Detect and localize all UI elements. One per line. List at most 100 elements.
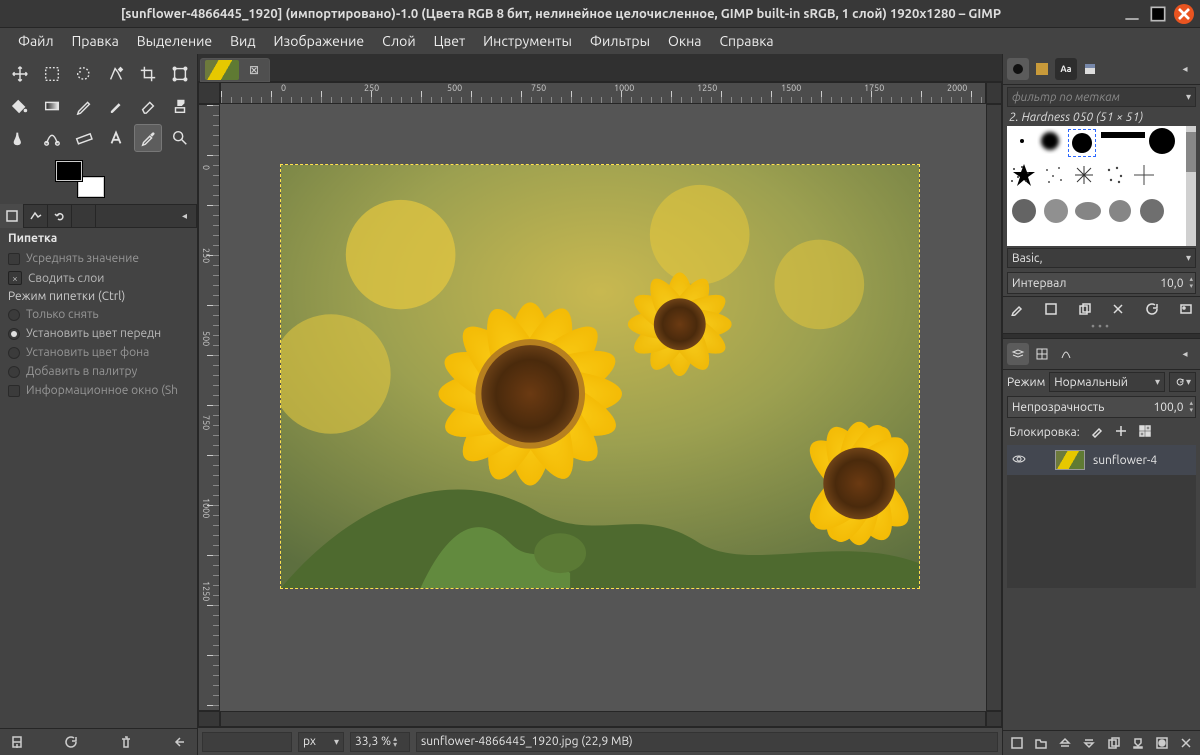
lower-layer-icon[interactable] [1081, 735, 1097, 751]
tool-color-picker[interactable] [134, 124, 162, 152]
menu-help[interactable]: Справка [711, 30, 781, 52]
tab-images[interactable] [72, 204, 96, 228]
tab-patterns[interactable] [1031, 58, 1053, 80]
duplicate-brush-icon[interactable] [1077, 301, 1093, 317]
menu-layer[interactable]: Слой [374, 30, 424, 52]
tab-close-icon[interactable]: ⊠ [243, 63, 265, 77]
tab-menu-icon[interactable]: ◂ [173, 204, 197, 228]
mode-pick-only[interactable]: Только снять [0, 305, 197, 324]
layer-mode-select[interactable]: Нормальный▾ [1049, 372, 1165, 392]
layer-visibility-icon[interactable] [1011, 451, 1027, 470]
window-maximize[interactable] [1148, 4, 1168, 24]
lock-position-icon[interactable] [1114, 424, 1128, 441]
new-layer-icon[interactable] [1009, 735, 1025, 751]
lock-pixels-icon[interactable] [1090, 424, 1104, 441]
tab-channels[interactable] [1031, 343, 1053, 365]
tab-undo-history[interactable] [48, 204, 72, 228]
merge-down-icon[interactable] [1130, 735, 1146, 751]
zoom-field[interactable]: 33,3 %▴▾ [350, 732, 410, 752]
menu-view[interactable]: Вид [222, 30, 263, 52]
save-options-icon[interactable] [8, 733, 26, 751]
image-tab[interactable]: ⊠ [200, 58, 270, 82]
ruler-vertical[interactable]: 0 250 500 750 1000 1250 [198, 104, 220, 711]
menu-filters[interactable]: Фильтры [582, 30, 658, 52]
ruler-horizontal[interactable]: 0 250 500 750 1000 1250 1500 1750 2000 [220, 82, 986, 104]
tool-move[interactable] [6, 60, 34, 88]
new-brush-icon[interactable] [1043, 301, 1059, 317]
tool-path[interactable] [38, 124, 66, 152]
tool-text[interactable] [102, 124, 130, 152]
tool-clone[interactable] [166, 92, 194, 120]
mode-add-palette[interactable]: Добавить в палитру [0, 362, 197, 381]
menu-image[interactable]: Изображение [266, 30, 373, 52]
tab-fonts[interactable]: Aa [1055, 58, 1077, 80]
layer-row[interactable]: sunflower-4 [1007, 445, 1196, 475]
menu-windows[interactable]: Окна [660, 30, 709, 52]
tool-measure[interactable] [70, 124, 98, 152]
mode-set-background[interactable]: Установить цвет фона [0, 343, 197, 362]
menu-color[interactable]: Цвет [426, 30, 474, 52]
layer-mode-switch[interactable]: ▾ [1169, 372, 1196, 392]
ruler-corner[interactable] [198, 82, 220, 104]
scrollbar-vertical[interactable] [986, 104, 1002, 711]
tab-tool-options[interactable] [0, 204, 24, 228]
menu-file[interactable]: Файл [10, 30, 62, 52]
tool-transform[interactable] [166, 60, 194, 88]
refresh-brushes-icon[interactable] [1144, 301, 1160, 317]
tool-smudge[interactable] [6, 124, 34, 152]
mask-layer-icon[interactable] [1154, 735, 1170, 751]
option-average[interactable]: Усреднять значение [0, 249, 197, 268]
unit-selector[interactable]: px▾ [298, 732, 344, 752]
quickmask-corner[interactable] [198, 711, 220, 727]
window-minimize[interactable] [1122, 4, 1142, 24]
open-as-image-icon[interactable] [1178, 301, 1194, 317]
option-info-window[interactable]: Информационное окно (Sh [0, 381, 197, 400]
menu-select[interactable]: Выделение [129, 30, 220, 52]
edit-brush-icon[interactable] [1009, 301, 1025, 317]
tool-pencil[interactable] [70, 92, 98, 120]
tool-gradient[interactable] [38, 92, 66, 120]
delete-layer-icon[interactable] [1178, 735, 1194, 751]
option-sample-merged[interactable]: ×Сводить слои [0, 268, 197, 288]
tool-zoom[interactable] [166, 124, 194, 152]
brush-scroll[interactable] [1186, 126, 1196, 246]
tool-eraser[interactable] [134, 92, 162, 120]
dock-menu-icon[interactable]: ◂ [1174, 58, 1196, 80]
raise-layer-icon[interactable] [1057, 735, 1073, 751]
brush-grid[interactable] [1007, 126, 1196, 246]
tool-brush[interactable] [102, 92, 130, 120]
menu-edit[interactable]: Правка [64, 30, 127, 52]
tab-brushes[interactable] [1007, 58, 1029, 80]
tool-rect-select[interactable] [38, 60, 66, 88]
tool-crop[interactable] [134, 60, 162, 88]
restore-options-icon[interactable] [62, 733, 80, 751]
tab-layers[interactable] [1007, 343, 1029, 365]
duplicate-layer-icon[interactable] [1106, 735, 1122, 751]
scrollbar-horizontal[interactable] [220, 711, 986, 727]
lock-alpha-icon[interactable] [1138, 424, 1152, 441]
zoom-toggle-corner[interactable] [986, 82, 1002, 104]
dock-separator[interactable]: ••• [1003, 321, 1200, 333]
tool-free-select[interactable] [70, 60, 98, 88]
nav-corner[interactable] [986, 711, 1002, 727]
color-swatches[interactable] [0, 158, 197, 204]
brush-spacing[interactable]: Интервал 10,0 ▴▾ [1007, 272, 1196, 294]
layer-name[interactable]: sunflower-4 [1093, 454, 1157, 467]
mode-set-foreground[interactable]: Установить цвет передн [0, 324, 197, 343]
menu-tools[interactable]: Инструменты [475, 30, 580, 52]
reset-options-icon[interactable] [171, 733, 189, 751]
tab-paths[interactable] [1055, 343, 1077, 365]
layer-list[interactable]: sunflower-4 [1007, 445, 1196, 588]
brush-tag-filter[interactable]: фильтр по меткам▾ [1007, 87, 1196, 107]
fg-color[interactable] [55, 160, 83, 182]
canvas[interactable] [220, 104, 986, 711]
tab-device-status[interactable] [24, 204, 48, 228]
delete-brush-icon[interactable] [1110, 301, 1126, 317]
brush-preset-selector[interactable]: Basic,▾ [1007, 248, 1196, 268]
tab-document-history[interactable] [1079, 58, 1101, 80]
layers-dock-menu-icon[interactable]: ◂ [1174, 343, 1196, 365]
tool-fuzzy-select[interactable] [102, 60, 130, 88]
window-close[interactable] [1174, 4, 1194, 24]
tool-bucket[interactable] [6, 92, 34, 120]
layer-opacity[interactable]: Непрозрачность 100,0 ▴▾ [1007, 396, 1196, 418]
